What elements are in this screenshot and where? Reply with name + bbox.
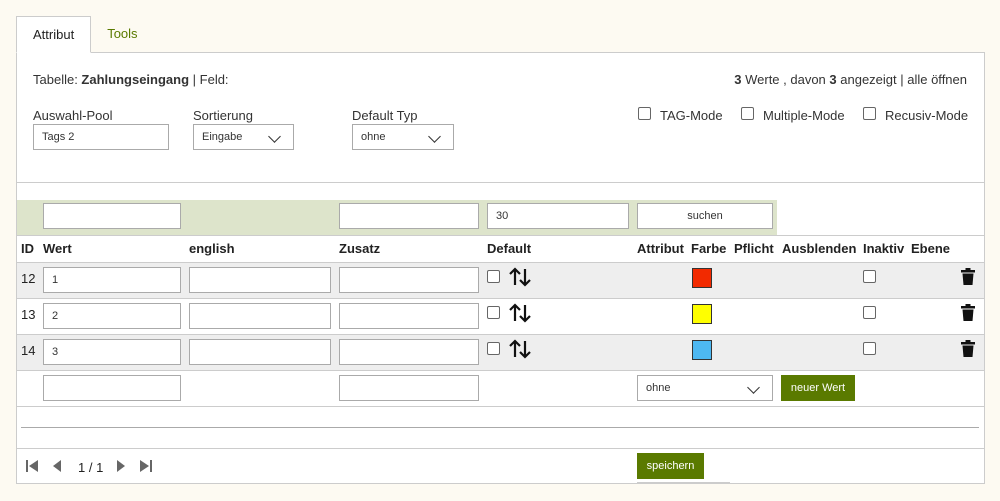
next-page-icon[interactable] (116, 459, 126, 473)
table-row: 12 1 (17, 263, 984, 299)
recursive-mode-label: Recusiv-Mode (885, 108, 969, 123)
type-label: Default Typ (352, 108, 418, 123)
new-value-button[interactable]: neuer Wert (781, 375, 855, 401)
sort-arrows-icon[interactable] (508, 338, 532, 360)
attribute-panel: Tabelle: Zahlungseingang | Feld: 3 Werte… (16, 52, 985, 484)
new-value-row: ohne neuer Wert (17, 371, 984, 407)
save-underline (637, 482, 730, 483)
previous-page-icon[interactable] (52, 459, 62, 473)
type-select-value: ohne (361, 131, 386, 143)
filter-wert-input[interactable] (43, 203, 181, 229)
footer-divider (21, 427, 979, 428)
col-zusatz: Zusatz (339, 241, 381, 256)
col-ausblenden: Ausblenden (782, 241, 857, 256)
zusatz-input[interactable] (339, 267, 479, 293)
inaktiv-checkbox[interactable] (863, 306, 876, 319)
inaktiv-checkbox[interactable] (863, 270, 876, 283)
tab-attribut[interactable]: Attribut (16, 16, 92, 53)
inaktiv-checkbox[interactable] (863, 342, 876, 355)
first-page-icon[interactable] (26, 459, 39, 473)
col-wert: Wert (43, 241, 72, 256)
table-row: 13 2 (17, 299, 984, 335)
pool-label: Auswahl-Pool (33, 108, 113, 123)
trash-icon[interactable] (961, 304, 975, 321)
col-id: ID (21, 241, 34, 256)
zusatz-input[interactable] (339, 303, 479, 329)
col-attribut: Attribut (637, 241, 684, 256)
col-default: Default (487, 241, 532, 256)
row-id: 12 (21, 271, 36, 286)
count-text-1: Werte , davon (741, 72, 830, 87)
trash-icon[interactable] (961, 340, 975, 357)
chevron-down-icon (747, 381, 760, 394)
col-pflicht: Pflicht (734, 241, 774, 256)
sort-arrows-icon[interactable] (508, 302, 532, 324)
filter-default-input[interactable]: 30 (487, 203, 629, 229)
value-count-info: 3 Werte , davon 3 angezeigt | alle öffne… (734, 72, 967, 87)
col-ebene: Ebene (911, 241, 951, 256)
tab-tools[interactable]: Tools (91, 16, 153, 53)
section-divider (17, 182, 984, 183)
count-text-2[interactable]: angezeigt | alle öffnen (837, 72, 967, 87)
english-input[interactable] (189, 267, 331, 293)
multiple-mode-label: Multiple-Mode (763, 108, 845, 123)
table-info: Tabelle: Zahlungseingang | Feld: (33, 72, 229, 87)
english-input[interactable] (189, 339, 331, 365)
last-page-icon[interactable] (139, 459, 152, 473)
col-farbe: Farbe (691, 241, 727, 256)
filter-zusatz-input[interactable] (339, 203, 479, 229)
color-swatch[interactable] (692, 268, 712, 288)
tab-bar: Attribut Tools (16, 16, 154, 53)
save-button[interactable]: speichern (637, 453, 704, 479)
recursive-mode-checkbox[interactable] (863, 107, 876, 120)
new-attribut-select-value: ohne (646, 382, 671, 394)
default-checkbox[interactable] (487, 342, 500, 355)
pool-input[interactable]: Tags 2 (33, 124, 169, 150)
color-swatch[interactable] (692, 304, 712, 324)
new-wert-input[interactable] (43, 375, 181, 401)
default-checkbox[interactable] (487, 306, 500, 319)
sort-select[interactable]: Eingabe (193, 124, 294, 150)
search-button[interactable]: suchen (637, 203, 773, 229)
wert-input[interactable]: 3 (43, 339, 181, 365)
count-shown: 3 (829, 72, 837, 87)
trash-icon[interactable] (961, 268, 975, 285)
color-swatch[interactable] (692, 340, 712, 360)
default-checkbox[interactable] (487, 270, 500, 283)
row-id: 13 (21, 307, 36, 322)
table-prefix: Tabelle: (33, 72, 82, 87)
table-name: Zahlungseingang (81, 72, 190, 87)
row-id: 14 (21, 343, 36, 358)
col-english: english (189, 241, 235, 256)
col-inaktiv: Inaktiv (863, 241, 905, 256)
chevron-down-icon (428, 130, 441, 143)
english-input[interactable] (189, 303, 331, 329)
new-zusatz-input[interactable] (339, 375, 479, 401)
zusatz-input[interactable] (339, 339, 479, 365)
sort-label: Sortierung (193, 108, 253, 123)
tag-mode-checkbox[interactable] (638, 107, 651, 120)
chevron-down-icon (268, 130, 281, 143)
header-top-divider (17, 235, 984, 236)
table-row: 14 3 (17, 335, 984, 371)
sort-select-value: Eingabe (202, 131, 243, 143)
type-select[interactable]: ohne (352, 124, 454, 150)
pager-top-divider (17, 448, 984, 449)
field-suffix: | Feld: (189, 72, 229, 87)
sort-arrows-icon[interactable] (508, 266, 532, 288)
wert-input[interactable]: 1 (43, 267, 181, 293)
wert-input[interactable]: 2 (43, 303, 181, 329)
page-info: 1 / 1 (78, 460, 104, 475)
tag-mode-label: TAG-Mode (660, 108, 723, 123)
new-attribut-select[interactable]: ohne (637, 375, 773, 401)
multiple-mode-checkbox[interactable] (741, 107, 754, 120)
